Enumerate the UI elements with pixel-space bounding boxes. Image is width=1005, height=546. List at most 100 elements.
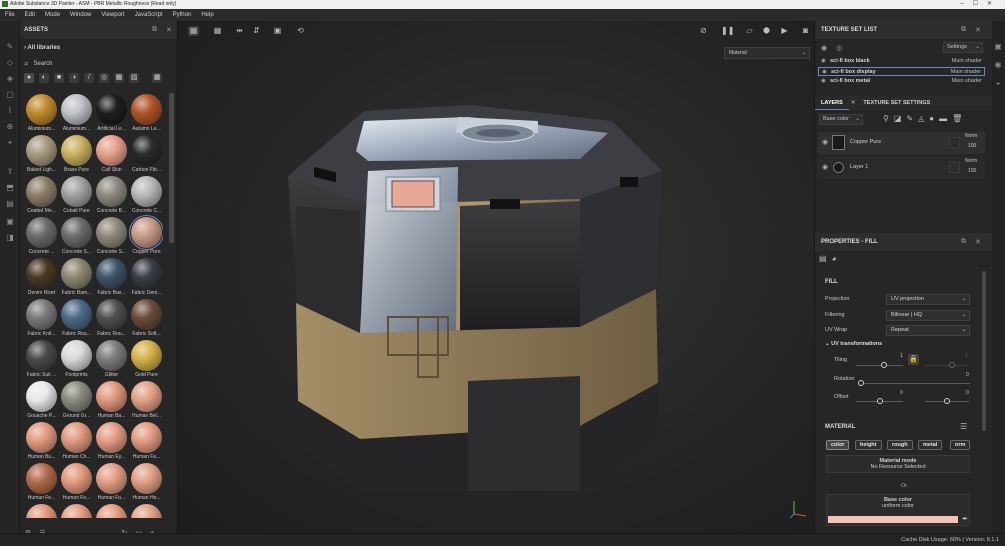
layer-opacity[interactable]: 100 xyxy=(968,168,976,174)
texture-set-shader[interactable]: Main shader xyxy=(952,57,982,66)
filter-particles-icon[interactable]: ◎ xyxy=(99,73,109,83)
add-fill-layer-icon[interactable]: ◬ xyxy=(918,114,924,125)
bake-icon[interactable]: ⬒ xyxy=(5,184,15,192)
clone-icon[interactable]: ⊕ xyxy=(5,123,15,131)
channel-nrm-toggle[interactable]: nrm xyxy=(950,440,971,450)
eye-icon[interactable]: ◉ xyxy=(822,138,828,146)
viewport-3d[interactable]: ▦ ▦ ⇹ ⇵ ▣ ⟲ ⊘ ❚❚ ▱ ⬢ ▶ ◙ Material ⌄ xyxy=(178,21,814,533)
tiling-slider[interactable] xyxy=(856,365,903,366)
window-controls[interactable]: –☐✕ xyxy=(960,0,1001,9)
add-paint-layer-icon[interactable]: ✎ xyxy=(906,114,913,125)
display-settings-icon[interactable]: ▣ xyxy=(5,218,15,226)
asset-tile[interactable]: Human Fo... xyxy=(93,463,130,504)
tiling-value[interactable]: 1 xyxy=(900,353,903,359)
filter-environments-icon[interactable]: ▨ xyxy=(129,73,139,83)
blend-mode[interactable]: Norm xyxy=(965,158,977,164)
layer-mask-slot[interactable] xyxy=(949,162,960,173)
rotation-slider-handle[interactable] xyxy=(858,380,864,386)
undock-icon[interactable]: ⧉ xyxy=(961,238,966,246)
asset-tile[interactable]: Gouache P... xyxy=(23,381,60,422)
lock-icon[interactable]: 🔒 xyxy=(908,354,919,365)
add-mask-icon[interactable]: ◪ xyxy=(894,114,902,125)
asset-tile[interactable]: Fabric Soft... xyxy=(128,299,163,340)
offset-v-value[interactable]: 0 xyxy=(966,390,969,396)
material-ball-icon[interactable]: ◕ xyxy=(832,254,837,266)
paint-brush-icon[interactable]: ✎ xyxy=(5,43,15,51)
asset-tile[interactable]: Human Ba... xyxy=(93,381,130,422)
menu-viewport[interactable]: Viewport xyxy=(101,12,124,18)
picker-icon[interactable]: ⌖ xyxy=(5,139,15,147)
asset-tile[interactable]: Copper Pure xyxy=(128,215,163,258)
texture-set-row-selected[interactable]: ◉ sci-fi box display Main shader xyxy=(818,67,985,76)
eye-icon[interactable]: ◉ xyxy=(822,163,828,171)
close-icon[interactable]: ✕ xyxy=(975,26,981,34)
export-icon[interactable]: ⇪ xyxy=(5,168,15,176)
asset-tile[interactable]: Calf Skin xyxy=(93,135,130,176)
undock-icon[interactable]: ⧉ xyxy=(152,26,157,34)
asset-tile[interactable]: Fabric Bas... xyxy=(93,258,130,299)
asset-tile[interactable]: Human Ch... xyxy=(58,422,95,463)
projection-icon[interactable]: ◈ xyxy=(5,75,15,83)
polygon-fill-icon[interactable]: ▢ xyxy=(5,91,15,99)
smudge-icon[interactable]: ⌇ xyxy=(5,107,15,115)
material-menu-icon[interactable]: ☰ xyxy=(960,422,967,431)
layer-row-selected[interactable]: ◉ Copper Pure Norm 100 xyxy=(818,132,985,154)
filter-brushes-icon[interactable]: / xyxy=(84,73,94,83)
filter-materials-icon[interactable]: ● xyxy=(24,73,34,83)
uvwrap-dropdown[interactable]: Repeat ⌄ xyxy=(886,325,970,336)
fill-properties-icon[interactable]: ▤ xyxy=(819,254,827,266)
layer-opacity[interactable]: 100 xyxy=(968,143,976,149)
asset-tile[interactable] xyxy=(128,504,163,518)
asset-tile[interactable]: Fabric Rou... xyxy=(58,299,95,340)
shelf-icon[interactable]: ▤ xyxy=(5,200,15,208)
asset-tile[interactable] xyxy=(93,504,130,518)
base-color-swatch[interactable] xyxy=(828,516,958,523)
settings-dropdown[interactable]: Settings ⌄ xyxy=(943,42,983,53)
offset-u-slider-handle[interactable] xyxy=(877,398,883,404)
projection-dropdown[interactable]: UV projection ⌄ xyxy=(886,294,970,305)
texture-set-shader[interactable]: Main shader xyxy=(952,77,982,86)
channel-metal-toggle[interactable]: metal xyxy=(918,440,943,450)
layer-mask-slot[interactable] xyxy=(949,137,960,148)
asset-tile[interactable]: Concrete B... xyxy=(93,176,130,217)
asset-search[interactable]: ⌕ Search xyxy=(24,59,172,69)
asset-tile[interactable] xyxy=(58,504,95,518)
asset-tile[interactable]: Footprints xyxy=(58,340,95,381)
eye-toggle-icon[interactable]: ◎ xyxy=(836,44,842,52)
asset-tile[interactable]: Concrete S... xyxy=(93,217,130,258)
layers-stack-icon[interactable]: ◨ xyxy=(5,234,15,242)
asset-tile[interactable]: Human Fe... xyxy=(23,463,60,504)
tab-layers[interactable]: LAYERS xyxy=(815,96,849,110)
display-settings-icon[interactable]: ◉ xyxy=(993,61,1003,69)
filter-filters-icon[interactable]: ▦ xyxy=(114,73,124,83)
material-mode-box[interactable]: Material mode No Resource Selected xyxy=(826,455,970,473)
asset-tile[interactable]: Coated Me... xyxy=(23,176,60,217)
menu-window[interactable]: Window xyxy=(70,12,91,18)
tiling-v-slider[interactable] xyxy=(925,365,969,366)
asset-tile[interactable]: Denim Rivet xyxy=(23,258,60,299)
library-selector[interactable]: › All libraries xyxy=(24,45,60,51)
channel-color-toggle[interactable]: color xyxy=(826,440,850,450)
asset-tile[interactable]: Concrete ... xyxy=(23,217,60,258)
filter-textures-icon[interactable]: ■ xyxy=(54,73,64,83)
assets-scrollbar[interactable] xyxy=(169,93,174,243)
add-effect-icon[interactable]: ⚲ xyxy=(883,114,889,125)
eraser-icon[interactable]: ◇ xyxy=(5,59,15,67)
filtering-dropdown[interactable]: Bilinear | HQ ⌄ xyxy=(886,310,970,321)
asset-tile[interactable]: Autumn Le... xyxy=(128,94,163,135)
asset-tile[interactable]: Human Fo... xyxy=(58,463,95,504)
properties-scrollbar[interactable] xyxy=(982,271,986,431)
menu-mode[interactable]: Mode xyxy=(45,12,60,18)
uv-transformations-toggle[interactable]: ⌄ UV transformations xyxy=(825,341,882,347)
asset-tile[interactable]: Concrete C... xyxy=(128,176,163,217)
rotation-slider[interactable] xyxy=(860,383,970,384)
offset-v-slider-handle[interactable] xyxy=(944,398,950,404)
blend-mode[interactable]: Norm xyxy=(965,133,977,139)
layer-row[interactable]: ◉ Layer 1 Norm 100 xyxy=(818,157,985,179)
channel-height-toggle[interactable]: height xyxy=(855,440,882,450)
asset-tile[interactable] xyxy=(23,504,60,518)
channel-dropdown[interactable]: Base color ⌄ xyxy=(819,114,863,125)
rotation-value[interactable]: 0 xyxy=(966,372,969,378)
asset-tile[interactable]: Artificial Le... xyxy=(93,94,130,135)
asset-tile[interactable]: Human Bu... xyxy=(23,422,60,463)
